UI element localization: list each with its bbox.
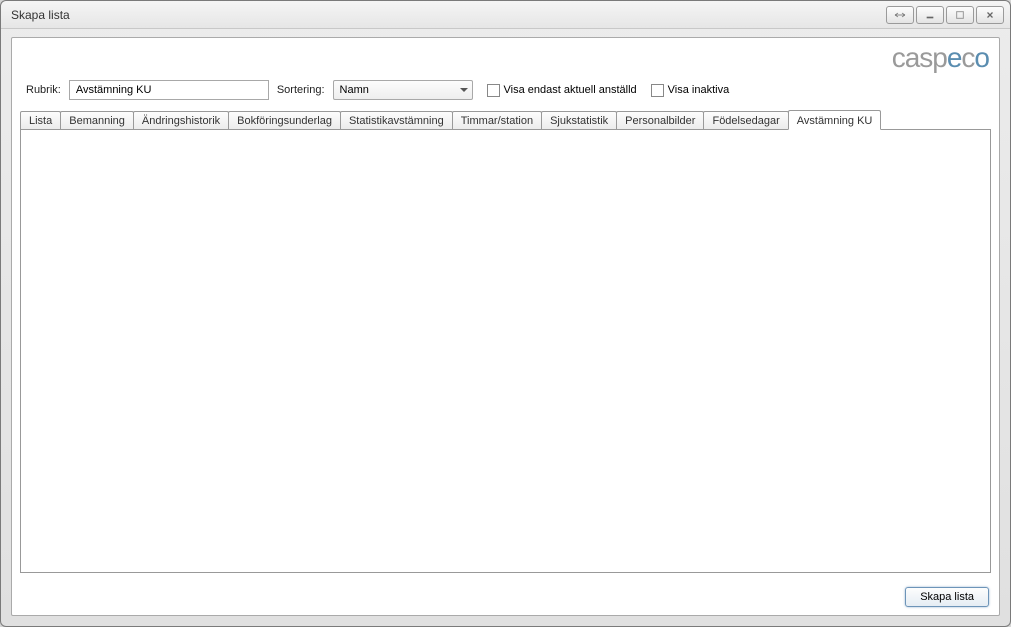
tab-bemanning[interactable]: Bemanning bbox=[60, 111, 134, 129]
app-window: Skapa lista bbox=[0, 0, 1011, 627]
skapa-lista-button[interactable]: Skapa lista bbox=[905, 587, 989, 607]
tab-andringshistorik[interactable]: Ändringshistorik bbox=[133, 111, 229, 129]
tab-sjukstatistik[interactable]: Sjukstatistik bbox=[541, 111, 617, 129]
logo-part-1: casp bbox=[892, 42, 947, 73]
logo-part-3: c bbox=[961, 42, 974, 73]
logo-part-2: e bbox=[947, 42, 962, 73]
tab-container: Lista Bemanning Ändringshistorik Bokföri… bbox=[12, 110, 999, 581]
minimize-icon bbox=[924, 10, 936, 20]
logo-part-4: o bbox=[974, 42, 989, 73]
main-panel: caspeco Rubrik: Sortering: Namn Visa end… bbox=[11, 37, 1000, 616]
titlebar: Skapa lista bbox=[1, 1, 1010, 29]
tab-bokforingsunderlag[interactable]: Bokföringsunderlag bbox=[228, 111, 341, 129]
sortering-select[interactable]: Namn bbox=[333, 80, 473, 100]
chevron-down-icon bbox=[460, 88, 468, 92]
window-controls bbox=[886, 6, 1004, 24]
tab-content-area bbox=[20, 129, 991, 573]
form-row: Rubrik: Sortering: Namn Visa endast aktu… bbox=[12, 74, 999, 110]
checkbox-label: Visa endast aktuell anställd bbox=[504, 84, 637, 96]
checkbox-visa-aktuell[interactable]: Visa endast aktuell anställd bbox=[487, 84, 637, 97]
checkbox-label: Visa inaktiva bbox=[668, 84, 730, 96]
close-button[interactable] bbox=[976, 6, 1004, 24]
double-arrow-icon bbox=[894, 10, 906, 20]
rubrik-input[interactable] bbox=[69, 80, 269, 100]
window-title: Skapa lista bbox=[7, 8, 886, 22]
tabs-area: Lista Bemanning Ändringshistorik Bokföri… bbox=[12, 110, 999, 129]
tab-strip: Lista Bemanning Ändringshistorik Bokföri… bbox=[20, 110, 991, 129]
close-icon bbox=[984, 10, 996, 20]
footer-row: Skapa lista bbox=[12, 581, 999, 615]
brand-logo: caspeco bbox=[892, 42, 989, 74]
tab-lista[interactable]: Lista bbox=[20, 111, 61, 129]
sortering-value: Namn bbox=[340, 84, 369, 96]
tab-personalbilder[interactable]: Personalbilder bbox=[616, 111, 704, 129]
checkbox-visa-inaktiva[interactable]: Visa inaktiva bbox=[651, 84, 730, 97]
tab-timmar-station[interactable]: Timmar/station bbox=[452, 111, 542, 129]
window-body: caspeco Rubrik: Sortering: Namn Visa end… bbox=[1, 29, 1010, 626]
tab-statistikavstamning[interactable]: Statistikavstämning bbox=[340, 111, 453, 129]
tab-fodelsedagar[interactable]: Födelsedagar bbox=[703, 111, 788, 129]
tab-avstamning-ku[interactable]: Avstämning KU bbox=[788, 110, 882, 130]
rubrik-label: Rubrik: bbox=[26, 84, 61, 96]
checkbox-icon bbox=[487, 84, 500, 97]
logo-area: caspeco bbox=[12, 38, 999, 74]
minimize-button[interactable] bbox=[916, 6, 944, 24]
maximize-button[interactable] bbox=[946, 6, 974, 24]
checkbox-icon bbox=[651, 84, 664, 97]
maximize-icon bbox=[954, 10, 966, 20]
help-arrow-button[interactable] bbox=[886, 6, 914, 24]
sortering-label: Sortering: bbox=[277, 84, 325, 96]
